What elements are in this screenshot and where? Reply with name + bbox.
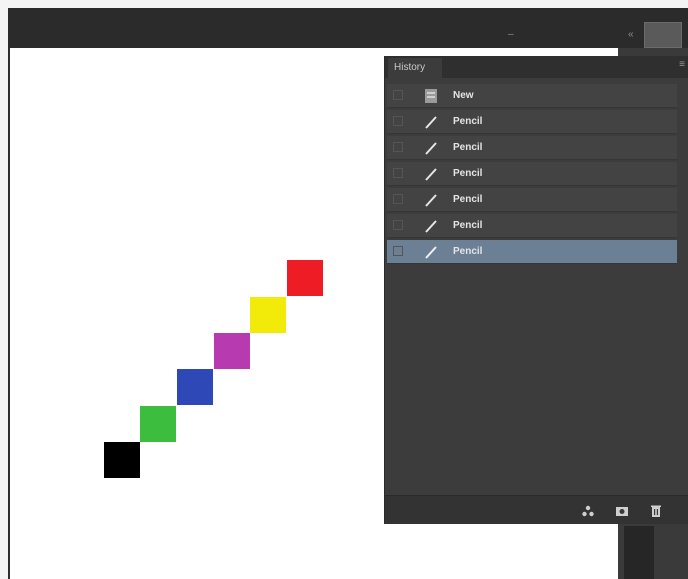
history-brush-source-checkbox[interactable]	[393, 142, 403, 152]
panel-menu-icon[interactable]: ≡	[679, 60, 685, 70]
history-panel: History ≡ New Pencil Pencil Pencil Penci…	[384, 56, 688, 524]
pencil-icon	[423, 218, 439, 234]
history-item[interactable]: Pencil	[387, 110, 677, 134]
panel-tab-bar: History ≡	[385, 56, 688, 78]
red-pixel	[287, 260, 323, 296]
history-brush-source-checkbox[interactable]	[393, 194, 403, 204]
history-item-label: Pencil	[453, 194, 483, 205]
history-brush-source-checkbox[interactable]	[393, 116, 403, 126]
blue-pixel	[177, 369, 213, 405]
history-item-label: Pencil	[453, 246, 483, 257]
new-document-from-state-icon[interactable]	[581, 504, 595, 517]
application-bar: – «	[8, 8, 688, 48]
history-item[interactable]: Pencil	[387, 162, 677, 186]
green-pixel	[140, 406, 176, 442]
tab-history[interactable]: History	[388, 58, 442, 78]
history-item[interactable]: New	[387, 84, 677, 108]
history-item-label: Pencil	[453, 142, 483, 153]
history-item-label: New	[453, 90, 474, 101]
history-brush-source-checkbox[interactable]	[393, 246, 403, 256]
navigator-thumbnail	[644, 22, 682, 48]
yellow-pixel	[250, 297, 286, 333]
history-item[interactable]: Pencil	[387, 214, 677, 238]
magenta-pixel	[214, 333, 250, 369]
history-item-label: Pencil	[453, 116, 483, 127]
pencil-icon	[423, 114, 439, 130]
history-brush-source-checkbox[interactable]	[393, 90, 403, 100]
pencil-icon	[423, 166, 439, 182]
minimize-button[interactable]: –	[508, 30, 514, 40]
history-list: New Pencil Pencil Pencil Pencil Pencil P…	[387, 84, 677, 266]
history-brush-source-checkbox[interactable]	[393, 168, 403, 178]
panel-footer	[385, 495, 688, 524]
history-item-selected[interactable]: Pencil	[387, 240, 677, 264]
pencil-icon	[423, 140, 439, 156]
black-pixel	[104, 442, 140, 478]
document-snapshot-icon	[423, 88, 439, 104]
history-item[interactable]: Pencil	[387, 136, 677, 160]
collapse-panels-button[interactable]: «	[628, 30, 634, 40]
create-snapshot-icon[interactable]	[615, 504, 629, 516]
history-item-label: Pencil	[453, 220, 483, 231]
pencil-icon	[423, 192, 439, 208]
trash-icon[interactable]	[649, 504, 663, 517]
history-item-label: Pencil	[453, 168, 483, 179]
history-item[interactable]: Pencil	[387, 188, 677, 212]
dock-column	[624, 526, 654, 579]
pencil-icon	[423, 244, 439, 260]
history-brush-source-checkbox[interactable]	[393, 220, 403, 230]
